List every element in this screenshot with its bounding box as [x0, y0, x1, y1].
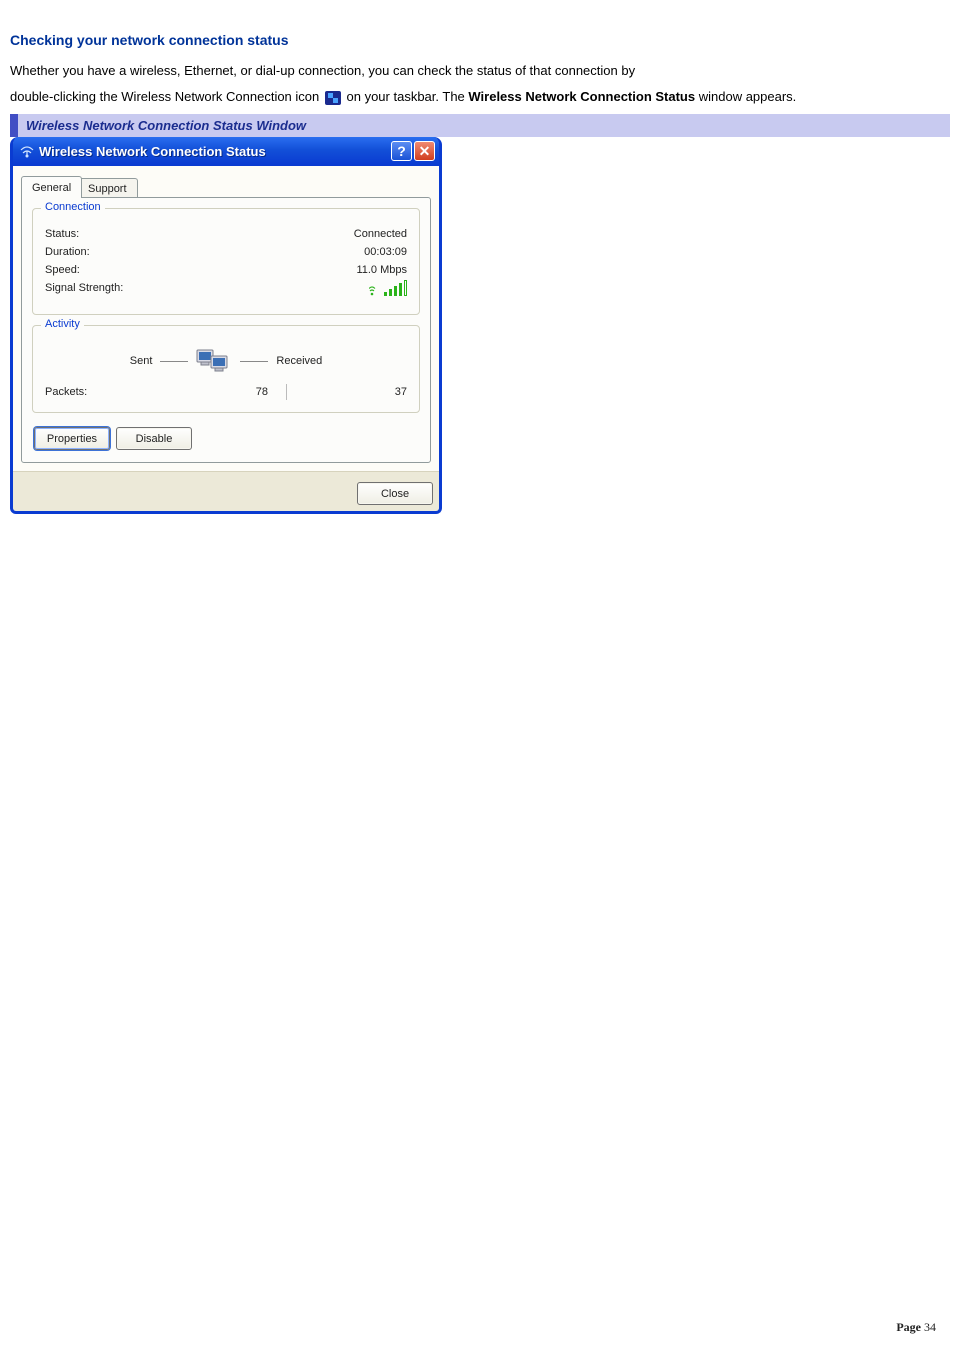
status-row: Status: Connected	[45, 225, 407, 243]
tab-support[interactable]: Support	[77, 178, 138, 198]
duration-row: Duration: 00:03:09	[45, 243, 407, 261]
activity-diagram: Sent	[45, 346, 407, 376]
connection-legend: Connection	[41, 201, 105, 213]
status-label: Status:	[45, 228, 79, 240]
packets-received-value: 37	[287, 386, 407, 398]
tab-strip: General Support	[21, 176, 431, 198]
page-number-label: Page	[896, 1320, 924, 1334]
close-button[interactable]: Close	[357, 482, 433, 505]
wireless-icon	[19, 143, 35, 159]
wireless-status-dialog: Wireless Network Connection Status ? ✕ G…	[10, 137, 442, 514]
two-monitors-icon	[196, 346, 232, 376]
section-heading: Checking your network connection status	[10, 32, 944, 48]
line-icon	[160, 361, 188, 362]
tab-general[interactable]: General	[21, 176, 82, 198]
sent-label: Sent	[130, 355, 153, 367]
dialog-body: General Support Connection Status: Conne…	[13, 166, 439, 471]
page-number: Page 34	[896, 1320, 936, 1335]
page-number-value: 34	[924, 1320, 936, 1334]
speed-row: Speed: 11.0 Mbps	[45, 261, 407, 279]
duration-value: 00:03:09	[364, 246, 407, 258]
body-text-bold: Wireless Network Connection Status	[468, 89, 695, 104]
body-text-fragment: on your taskbar. The	[347, 89, 469, 104]
dialog-title: Wireless Network Connection Status	[39, 144, 391, 159]
taskbar-connection-icon	[325, 91, 341, 105]
body-text-fragment: window appears.	[699, 89, 797, 104]
activity-legend: Activity	[41, 318, 84, 330]
activity-group: Activity Sent	[32, 325, 420, 413]
tab-panel-general: Connection Status: Connected Duration: 0…	[21, 197, 431, 463]
close-window-button[interactable]: ✕	[414, 141, 435, 161]
body-text-fragment: double-clicking the Wireless Network Con…	[10, 89, 323, 104]
body-paragraph-2: double-clicking the Wireless Network Con…	[10, 88, 944, 106]
help-button[interactable]: ?	[391, 141, 412, 161]
question-icon: ?	[397, 143, 406, 159]
document-page: Checking your network connection status …	[0, 0, 954, 1351]
packets-row: Packets: 78 37	[45, 384, 407, 400]
figure-caption-bar: Wireless Network Connection Status Windo…	[10, 114, 950, 137]
dialog-titlebar[interactable]: Wireless Network Connection Status ? ✕	[13, 137, 439, 166]
signal-strength-icon	[369, 282, 407, 296]
speed-label: Speed:	[45, 264, 80, 276]
close-icon: ✕	[419, 143, 431, 160]
line-icon	[240, 361, 268, 362]
dialog-footer: Close	[13, 471, 439, 511]
connection-group: Connection Status: Connected Duration: 0…	[32, 208, 420, 315]
speed-value: 11.0 Mbps	[356, 264, 407, 276]
status-value: Connected	[354, 228, 407, 240]
packets-sent-value: 78	[135, 386, 286, 398]
titlebar-buttons: ? ✕	[391, 141, 435, 161]
disable-button[interactable]: Disable	[116, 427, 192, 450]
dialog-button-row: Properties Disable	[32, 423, 420, 450]
signal-row: Signal Strength:	[45, 279, 407, 302]
packets-label: Packets:	[45, 386, 135, 398]
properties-button[interactable]: Properties	[34, 427, 110, 450]
signal-value	[369, 282, 407, 299]
received-label: Received	[276, 355, 322, 367]
duration-label: Duration:	[45, 246, 90, 258]
body-paragraph-1: Whether you have a wireless, Ethernet, o…	[10, 62, 944, 80]
signal-label: Signal Strength:	[45, 282, 123, 299]
